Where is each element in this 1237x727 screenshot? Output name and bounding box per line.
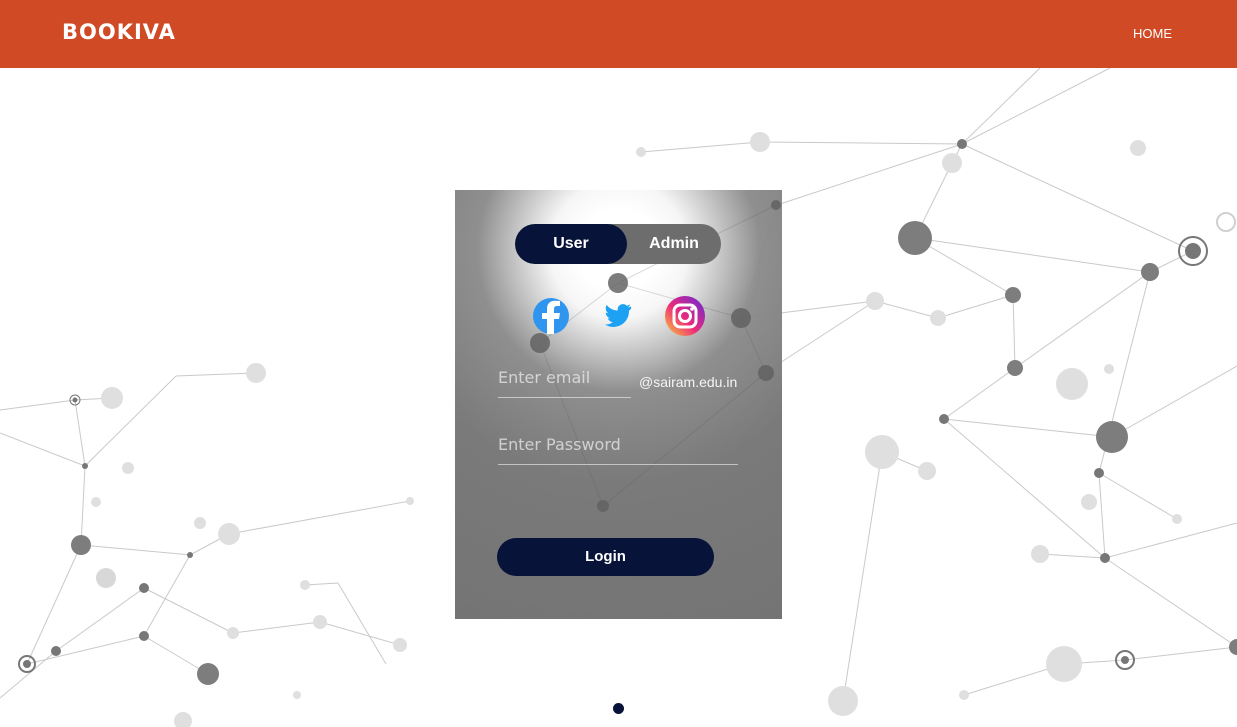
nav-home-link[interactable]: HOME bbox=[1133, 26, 1172, 41]
login-button[interactable]: Login bbox=[497, 538, 714, 576]
carousel-indicator[interactable] bbox=[613, 703, 624, 714]
login-page: BOOKIVA HOME User Admin Enter email @sai… bbox=[0, 0, 1237, 727]
user-role-tab[interactable]: User bbox=[515, 224, 627, 264]
password-input[interactable] bbox=[498, 433, 742, 459]
instagram-icon[interactable] bbox=[664, 295, 706, 337]
email-domain-suffix: @sairam.edu.in bbox=[639, 374, 738, 390]
top-navigation-bar: BOOKIVA HOME bbox=[0, 0, 1237, 68]
admin-role-tab[interactable]: Admin bbox=[627, 224, 721, 264]
brand-logo[interactable]: BOOKIVA bbox=[62, 20, 176, 44]
password-underline bbox=[498, 464, 738, 465]
twitter-icon[interactable] bbox=[597, 295, 639, 337]
role-toggle: User Admin bbox=[515, 224, 721, 264]
login-card: User Admin Enter email @sairam.edu.in En… bbox=[455, 190, 782, 619]
email-underline bbox=[498, 397, 631, 398]
facebook-icon[interactable] bbox=[530, 295, 572, 337]
email-input[interactable] bbox=[498, 366, 634, 392]
